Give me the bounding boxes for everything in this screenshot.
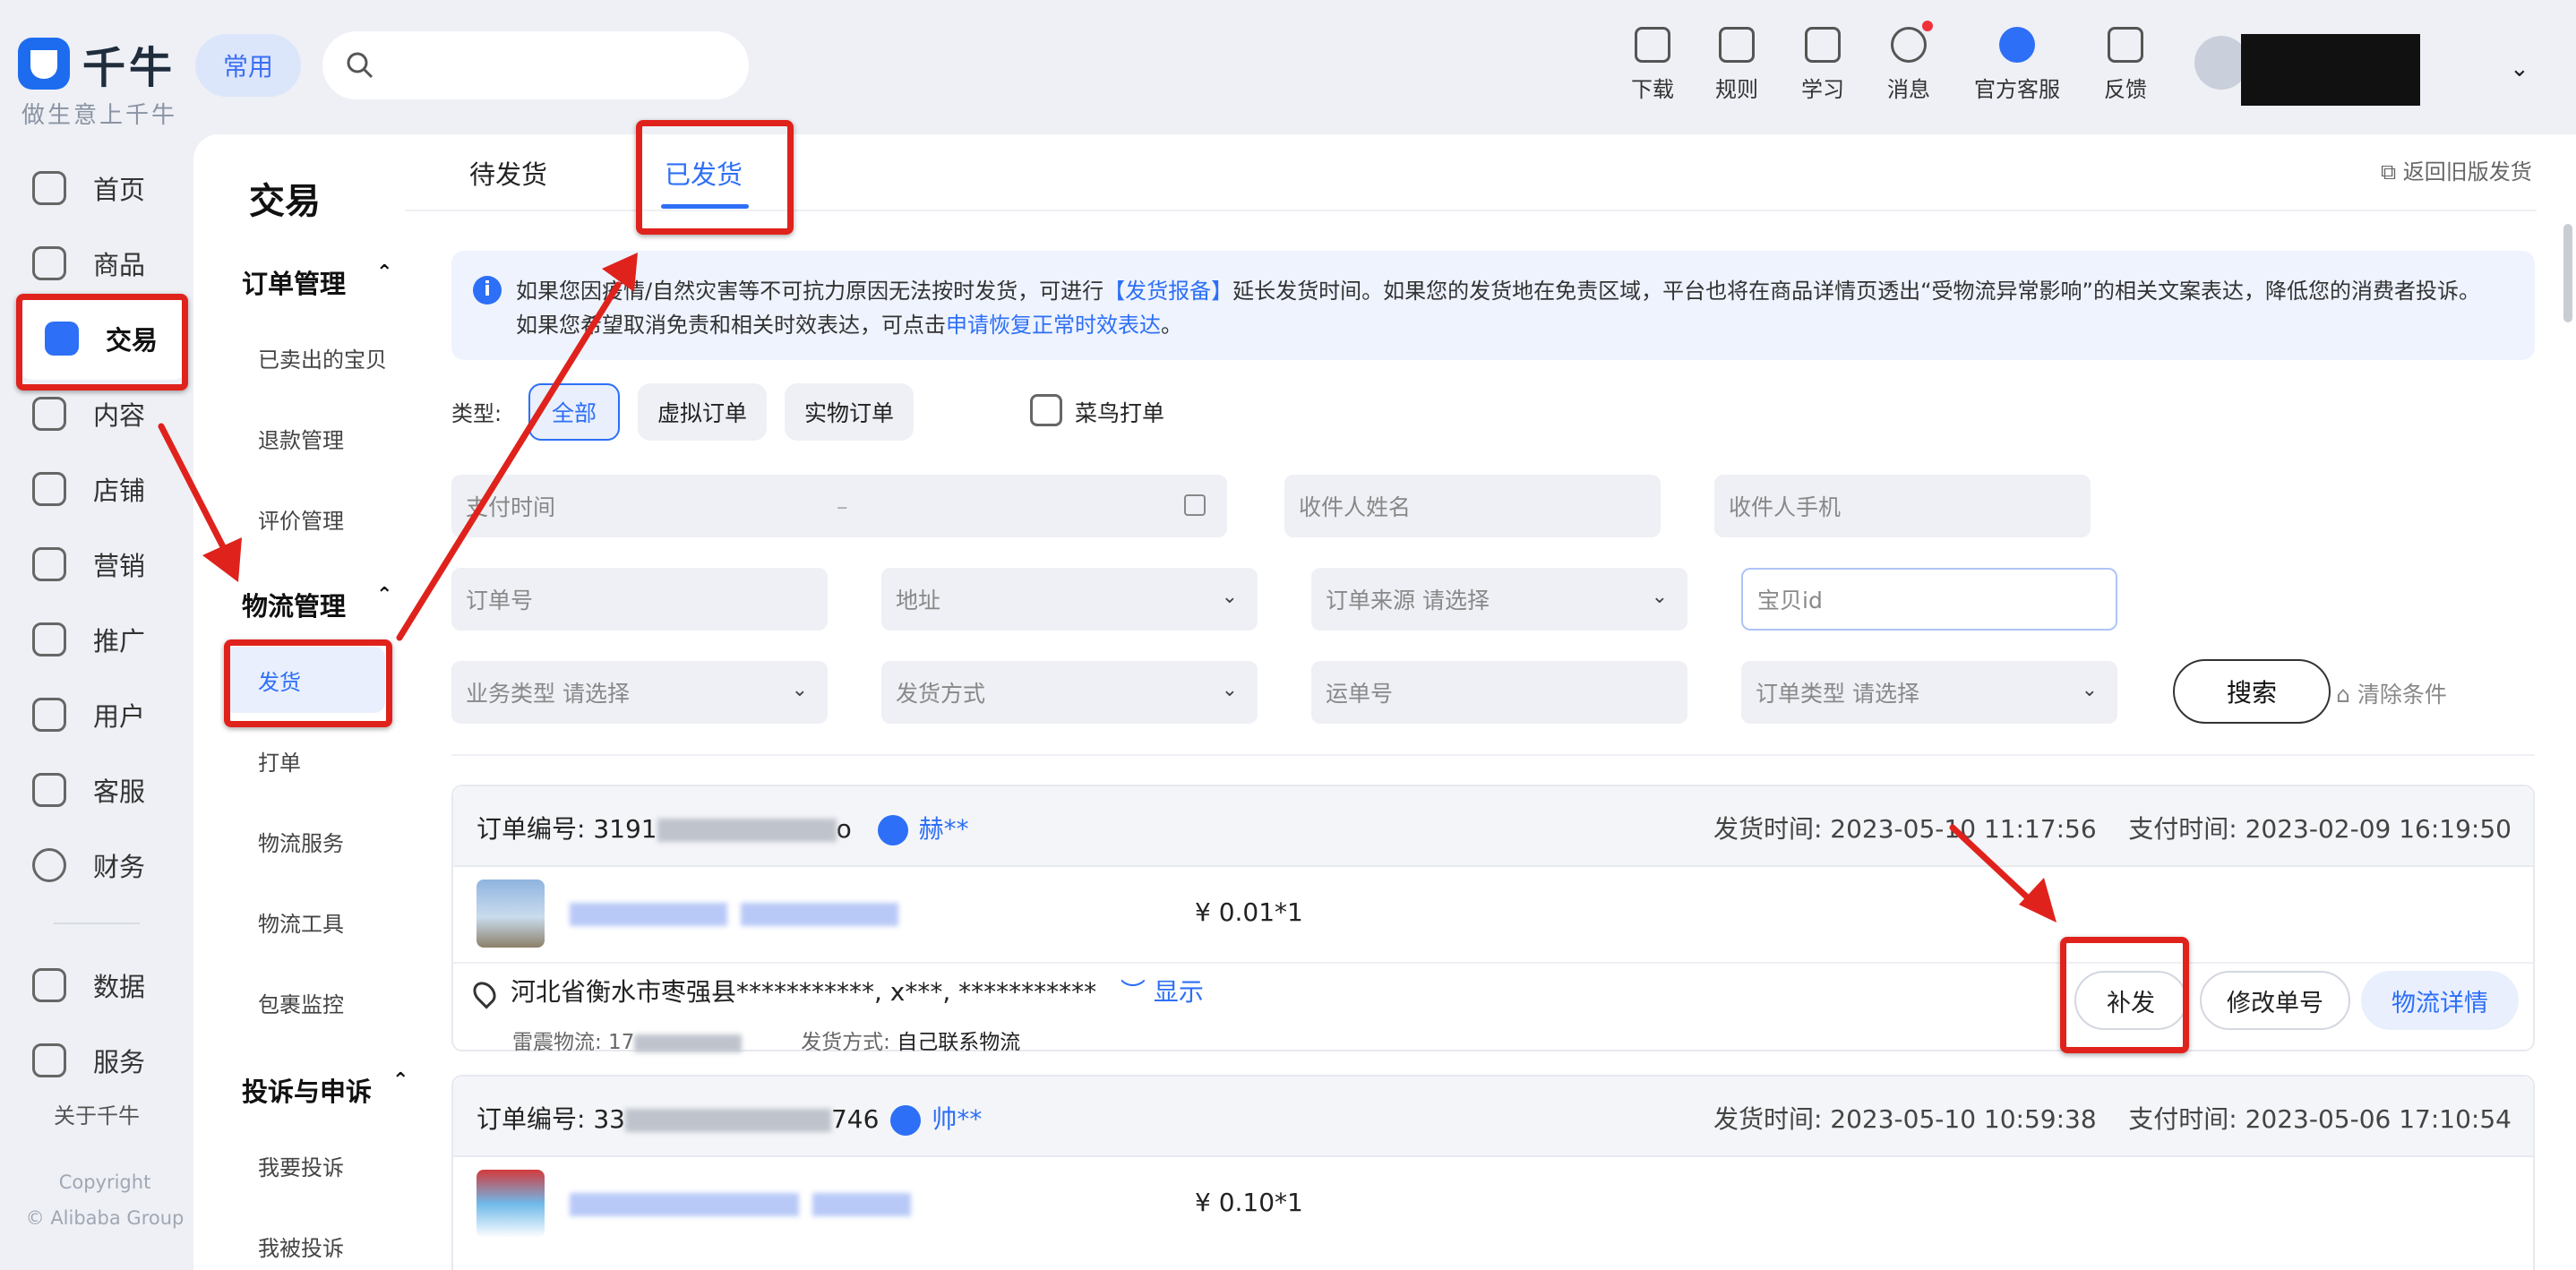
- annotation-arrow: [158, 423, 235, 566]
- annotation-arrow: [396, 281, 622, 641]
- annotation-arrowhead: [2019, 878, 2057, 922]
- annotation-arrows: [158, 253, 2057, 922]
- annotation-arrow: [1949, 824, 2039, 908]
